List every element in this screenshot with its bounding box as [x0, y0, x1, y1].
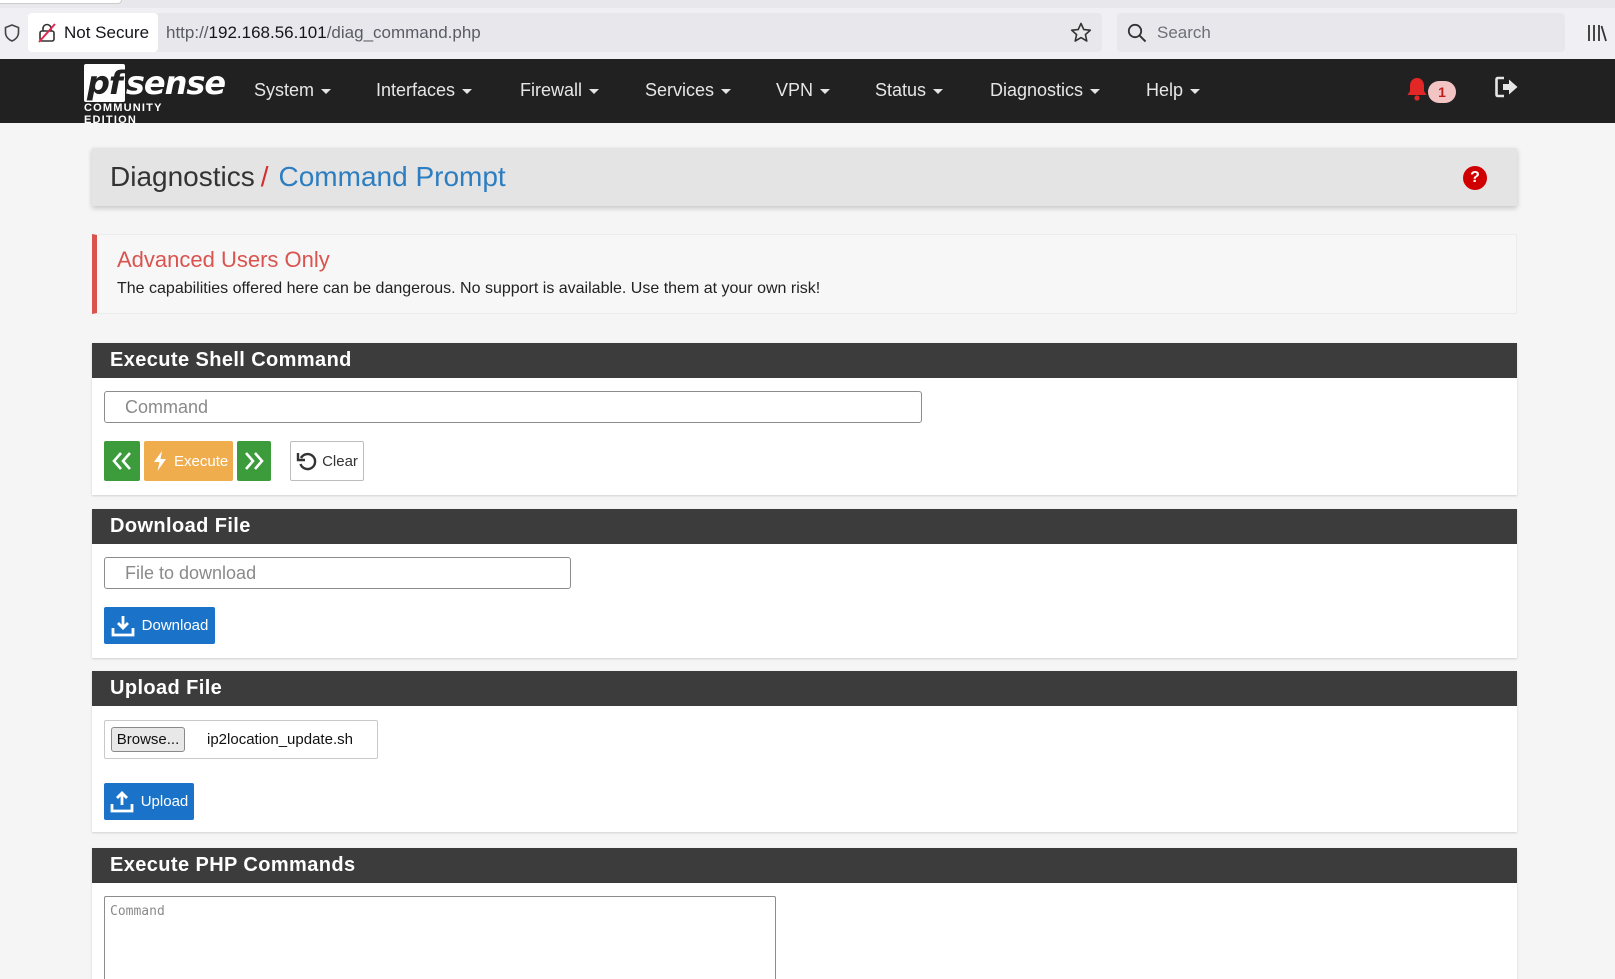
- php-command-placeholder: Command: [110, 904, 165, 919]
- clear-label: Clear: [322, 452, 358, 470]
- url-host: 192.168.56.101: [208, 23, 327, 42]
- warning-alert: Advanced Users Only The capabilities off…: [92, 234, 1517, 314]
- nav-services-label: Services: [645, 80, 715, 100]
- caret-down-icon: [462, 88, 473, 94]
- selected-file-name: ip2location_update.sh: [207, 731, 353, 748]
- brand-logo-pf: pf: [84, 64, 125, 102]
- nav-system[interactable]: System: [254, 59, 332, 123]
- download-file-input[interactable]: File to download: [104, 557, 571, 589]
- bell-icon[interactable]: [1405, 76, 1429, 102]
- undo-icon: [296, 452, 317, 471]
- bookmark-star-icon[interactable]: [1070, 22, 1092, 43]
- upload-button[interactable]: Upload: [104, 783, 194, 820]
- nav-vpn[interactable]: VPN: [776, 59, 831, 123]
- browse-button[interactable]: Browse...: [111, 727, 185, 752]
- upload-file-panel: Upload File Browse... ip2location_update…: [92, 671, 1517, 832]
- url-bar[interactable]: Not Secure http://192.168.56.101/diag_co…: [28, 13, 1102, 52]
- panel-title-php: Execute PHP Commands: [92, 848, 1517, 883]
- library-icon[interactable]: [1587, 24, 1607, 42]
- php-command-panel: Execute PHP Commands Command: [92, 848, 1517, 979]
- execute-label: Execute: [174, 452, 229, 470]
- download-file-placeholder: File to download: [125, 562, 257, 583]
- download-file-panel: Download File File to download Download: [92, 509, 1517, 658]
- nav-interfaces[interactable]: Interfaces: [376, 59, 473, 123]
- alert-title: Advanced Users Only: [117, 247, 330, 272]
- file-chooser[interactable]: Browse... ip2location_update.sh: [104, 720, 378, 759]
- active-tab-edge[interactable]: [0, 0, 122, 4]
- breadcrumb-parent[interactable]: Diagnostics: [110, 161, 255, 192]
- nav-diagnostics-label: Diagnostics: [990, 80, 1084, 100]
- nav-status-label: Status: [875, 80, 927, 100]
- nav-firewall[interactable]: Firewall: [520, 59, 600, 123]
- nav-firewall-label: Firewall: [520, 80, 583, 100]
- nav-help[interactable]: Help: [1146, 59, 1201, 123]
- browser-search-input[interactable]: Search: [1117, 13, 1565, 52]
- notification-badge[interactable]: 1: [1428, 81, 1456, 103]
- help-icon[interactable]: ?: [1463, 166, 1487, 190]
- nav-services[interactable]: Services: [645, 59, 732, 123]
- upload-icon: [110, 790, 134, 812]
- lightning-bolt-icon: [154, 451, 166, 471]
- download-icon: [111, 615, 135, 636]
- page-header: Diagnostics / Command Prompt ?: [92, 148, 1517, 206]
- panel-title-download: Download File: [92, 509, 1517, 544]
- caret-down-icon: [933, 88, 944, 94]
- browser-toolbar: Not Secure http://192.168.56.101/diag_co…: [0, 0, 1615, 59]
- clear-button[interactable]: Clear: [290, 441, 364, 481]
- url-text[interactable]: http://192.168.56.101/diag_command.php: [166, 13, 481, 52]
- breadcrumb: Diagnostics / Command Prompt: [110, 148, 506, 206]
- not-secure-label: Not Secure: [64, 22, 150, 42]
- download-label: Download: [141, 617, 209, 634]
- nav-vpn-label: VPN: [776, 80, 814, 100]
- brand-logo-sense: sense: [125, 64, 226, 102]
- history-back-button[interactable]: [104, 441, 140, 481]
- execute-button[interactable]: Execute: [144, 441, 233, 481]
- browser-search-placeholder: Search: [1157, 22, 1211, 42]
- panel-title-shell: Execute Shell Command: [92, 343, 1517, 378]
- url-prefix: http://: [166, 23, 209, 42]
- history-forward-button[interactable]: [237, 441, 271, 481]
- caret-down-icon: [589, 88, 600, 94]
- shell-command-input[interactable]: Command: [104, 391, 922, 423]
- double-chevron-right-icon: [245, 452, 264, 470]
- php-command-textarea[interactable]: Command: [104, 896, 776, 979]
- nav-system-label: System: [254, 80, 315, 100]
- logout-icon[interactable]: [1494, 75, 1520, 99]
- nav-help-label: Help: [1146, 80, 1184, 100]
- not-secure-indicator[interactable]: Not Secure: [28, 13, 158, 52]
- insecure-lock-icon: [38, 22, 56, 43]
- pfsense-logo[interactable]: pf sense COMMUNITY EDITION: [84, 64, 226, 126]
- double-chevron-left-icon: [112, 452, 131, 470]
- url-path: /diag_command.php: [326, 23, 481, 42]
- nav-interfaces-label: Interfaces: [376, 80, 456, 100]
- download-button[interactable]: Download: [104, 607, 215, 644]
- breadcrumb-separator: /: [260, 161, 269, 192]
- tab-strip: [0, 0, 1615, 8]
- shell-command-panel: Execute Shell Command Command Execute Cl…: [92, 343, 1517, 495]
- caret-down-icon: [1090, 88, 1101, 94]
- nav-diagnostics[interactable]: Diagnostics: [990, 59, 1101, 123]
- page-title[interactable]: Command Prompt: [279, 161, 506, 192]
- upload-label: Upload: [140, 793, 189, 810]
- brand-edition: COMMUNITY EDITION: [84, 102, 163, 126]
- alert-text: The capabilities offered here can be dan…: [117, 280, 821, 297]
- caret-down-icon: [820, 88, 831, 94]
- caret-down-icon: [721, 88, 732, 94]
- nav-status[interactable]: Status: [875, 59, 944, 123]
- search-icon: [1127, 23, 1147, 42]
- main-navbar: pf sense COMMUNITY EDITION System Interfa…: [0, 59, 1615, 126]
- shell-command-placeholder: Command: [125, 396, 209, 417]
- brand-logo-text: pf sense: [84, 64, 226, 102]
- caret-down-icon: [1190, 88, 1201, 94]
- caret-down-icon: [321, 88, 332, 94]
- shield-icon[interactable]: [4, 24, 20, 42]
- panel-title-upload: Upload File: [92, 671, 1517, 706]
